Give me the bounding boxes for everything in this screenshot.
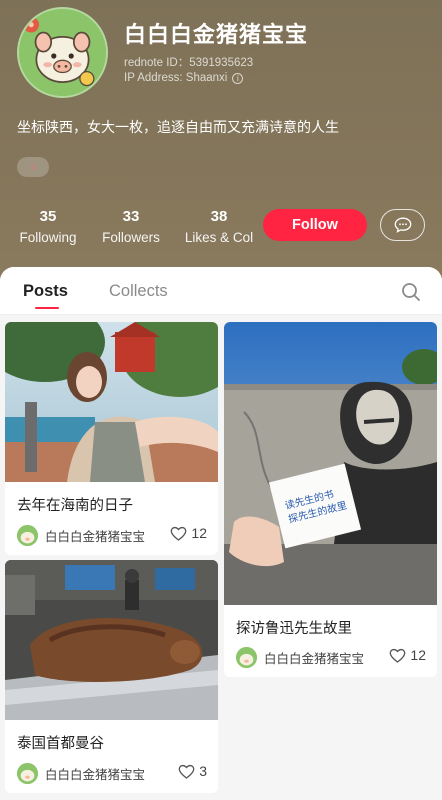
female-icon: ♀ (28, 160, 38, 174)
tab-collects[interactable]: Collects (109, 282, 168, 301)
note-cover-image: 读先生的书 探先生的故里 (224, 322, 437, 605)
like-button[interactable]: 12 (389, 647, 426, 663)
like-count: 12 (410, 647, 426, 663)
heart-icon (178, 764, 195, 779)
active-tab-indicator (35, 307, 59, 309)
heart-icon (171, 526, 187, 541)
author-avatar (236, 647, 257, 668)
following-count: 35 (39, 208, 57, 225)
followers-stat[interactable]: 33 Followers (99, 208, 163, 245)
follow-button[interactable]: Follow (263, 209, 367, 241)
note-author[interactable]: 白白白金猪猪宝宝 (17, 525, 145, 546)
author-avatar (17, 763, 38, 784)
profile-header: 白白白金猪猪宝宝 rednote ID：5391935623 IP Addres… (0, 0, 442, 282)
like-button[interactable]: 3 (178, 763, 207, 779)
note-cover-image (5, 560, 218, 720)
note-card[interactable]: 泰国首都曼谷 白白白金猪猪宝宝 3 (5, 560, 218, 793)
info-icon[interactable]: i (232, 72, 244, 84)
likes-collects-label: Likes & Col (184, 230, 254, 245)
following-stat[interactable]: 35 Following (17, 208, 79, 245)
note-author[interactable]: 白白白金猪猪宝宝 (236, 647, 364, 668)
author-avatar (17, 525, 38, 546)
tab-bar: Posts Collects (0, 267, 442, 315)
gender-tag: ♀ (17, 157, 49, 177)
heart-icon (390, 648, 406, 663)
message-button[interactable] (380, 209, 425, 241)
rednote-id[interactable]: rednote ID：5391935623 (124, 54, 253, 70)
content-panel: Posts Collects 去年在海南的日子 白白白金猪猪宝宝 12 泰国首都… (0, 267, 442, 800)
followers-count: 33 (122, 208, 140, 225)
note-title: 探访鲁迅先生故里 (236, 621, 352, 637)
search-icon (402, 283, 420, 301)
note-author[interactable]: 白白白金猪猪宝宝 (17, 763, 145, 784)
note-title: 泰国首都曼谷 (17, 736, 104, 752)
ip-address-line: IP Address: Shaanxi i (124, 72, 244, 84)
like-count: 3 (199, 763, 207, 779)
author-name: 白白白金猪猪宝宝 (45, 768, 146, 782)
likes-collects-count: 38 (210, 208, 228, 225)
followers-label: Followers (102, 230, 160, 245)
profile-bio: 坐标陕西，女大一枚，追逐自由而又充满诗意的人生 (17, 119, 339, 135)
like-button[interactable]: 12 (170, 525, 207, 541)
author-name: 白白白金猪猪宝宝 (45, 530, 146, 544)
note-title: 去年在海南的日子 (17, 498, 133, 514)
like-count: 12 (191, 525, 207, 541)
note-cover-image (5, 322, 218, 482)
following-label: Following (19, 230, 77, 245)
note-card[interactable]: 去年在海南的日子 白白白金猪猪宝宝 12 (5, 322, 218, 555)
profile-avatar[interactable] (17, 7, 108, 98)
pig-cartoon-avatar-image (19, 9, 106, 96)
likes-collects-stat[interactable]: 38 Likes & Col (182, 208, 256, 245)
profile-nickname: 白白白金猪猪宝宝 (124, 22, 309, 47)
chat-bubble-icon (394, 217, 411, 233)
tab-posts[interactable]: Posts (23, 282, 68, 301)
author-name: 白白白金猪猪宝宝 (264, 652, 365, 666)
search-button[interactable] (400, 281, 422, 303)
note-card[interactable]: 读先生的书 探先生的故里 探访鲁迅先生故里 白白白金猪猪宝宝 12 (224, 322, 437, 677)
ip-address: IP Address: Shaanxi (124, 72, 228, 84)
